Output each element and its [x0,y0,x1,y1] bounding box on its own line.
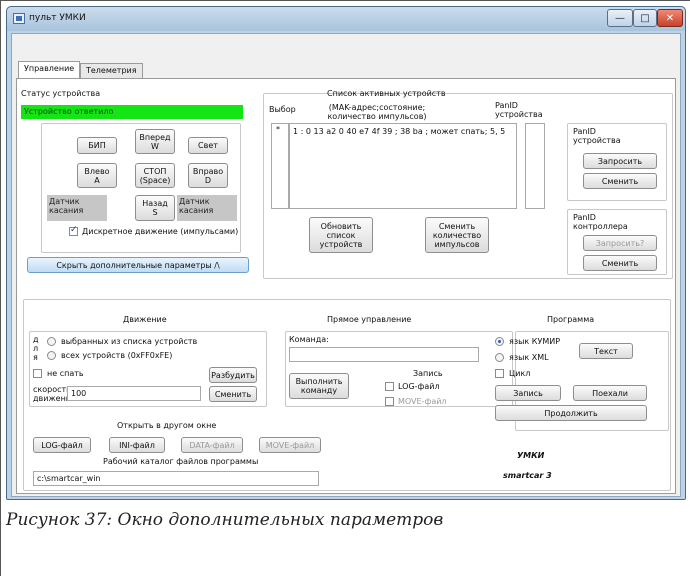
move-file-checkbox[interactable] [385,397,394,406]
stop-button[interactable]: СТОП (Space) [135,163,175,188]
no-sleep-label: не спать [47,369,84,378]
workdir-input[interactable]: c:\smartcar_win [33,471,319,486]
continue-button[interactable]: Продолжить [495,405,647,421]
back-button[interactable]: Назад S [135,195,175,221]
maximize-icon: □ [640,12,650,24]
devices-col-select: Выбор [269,105,296,114]
open-log-button[interactable]: LOG-файл [33,437,91,453]
loop-checkbox[interactable] [495,369,504,378]
discrete-movement-label: Дискретное движение (импульсами) [82,227,239,236]
motion-title: Движение [123,315,167,324]
program-title: Программа [547,315,595,324]
change-pulses-button[interactable]: Сменить количество импульсов [425,217,489,253]
app-window: пульт УМКИ — □ ✕ Управление Телеметрия С… [6,6,686,500]
maximize-button[interactable]: □ [633,9,657,27]
record-label: Запись [413,369,443,378]
no-sleep-checkbox[interactable] [33,369,42,378]
open-data-button[interactable]: DATA-файл [181,437,243,453]
radio-all-devices[interactable] [47,351,56,360]
touch-sensor-right: Датчик касания [177,195,237,221]
log-file-label: LOG-файл [398,382,440,391]
radio-lang-xml[interactable] [495,353,504,362]
move-file-label: MOVE-файл [398,397,447,406]
devices-col-mac: (MAK-адрес;состояние; количество импульс… [327,103,427,121]
panid-device-label: PanID устройства [573,127,621,145]
motion-side-letters: д л я [33,335,39,362]
device-row[interactable]: 1 : 0 13 a2 0 40 e7 4f 39 ; 38 ba ; може… [293,127,505,136]
command-input[interactable] [289,347,479,362]
minimize-icon: — [615,12,625,24]
open-window-title: Открыть в другом окне [117,421,217,430]
wake-button[interactable]: Разбудить [209,367,257,383]
radio-all-devices-label: всех устройств (0xFF0xFE) [61,351,173,360]
device-status-label: Статус устройства [21,89,101,98]
record-button[interactable]: Запись [495,385,561,401]
devices-col-panid: PanID устройства [495,101,543,119]
tab-control[interactable]: Управление [18,61,81,79]
touch-sensor-left: Датчик касания [47,195,107,221]
open-move-button[interactable]: MOVE-файл [259,437,321,453]
panid-controller-label: PanID контроллера [573,213,628,231]
title-bar[interactable]: пульт УМКИ — □ ✕ [7,7,685,31]
radio-selected-devices[interactable] [47,337,56,346]
workdir-label: Рабочий каталог файлов программы [103,457,259,466]
devices-title: Список активных устройств [327,89,446,98]
hide-params-button[interactable]: Скрыть дополнительные параметры /\ [27,257,249,273]
go-button[interactable]: Поехали [573,385,647,401]
text-button[interactable]: Текст [579,343,633,359]
log-file-checkbox[interactable] [385,382,394,391]
close-button[interactable]: ✕ [657,9,683,27]
panid-controller-change-button[interactable]: Сменить [583,255,657,271]
discrete-movement-checkbox[interactable] [69,225,78,236]
direct-title: Прямое управление [327,315,412,324]
app-icon [13,13,25,24]
beep-button[interactable]: БИП [77,137,117,154]
window-client: Управление Телеметрия Статус устройства … [11,33,681,497]
figure-caption: Рисунок 37: Окно дополнительных параметр… [6,510,444,530]
panid-device-request-button[interactable]: Запросить [583,153,657,169]
device-status-indicator: Устройство ответило [21,105,243,119]
radio-lang-kumir-label: язык КУМИР [509,337,561,346]
radio-lang-xml-label: язык XML [509,353,549,362]
loop-label: Цикл [509,369,531,378]
light-button[interactable]: Свет [188,137,228,154]
device-row-marker: * [276,125,280,134]
panid-controller-request-button[interactable]: Запросить? [583,235,657,251]
tab-panel: Статус устройства Устройство ответило БИ… [16,78,676,494]
right-button[interactable]: Вправо D [188,163,228,188]
tab-telemetry[interactable]: Телеметрия [80,63,143,79]
close-icon: ✕ [665,12,675,24]
execute-command-button[interactable]: Выполнить команду [289,373,349,399]
devices-panid-list[interactable] [525,123,545,209]
forward-button[interactable]: Вперед W [135,129,175,154]
radio-lang-kumir[interactable] [495,337,504,346]
command-label: Команда: [289,335,329,344]
minimize-button[interactable]: — [607,9,633,27]
left-button[interactable]: Влево A [77,163,117,188]
open-ini-button[interactable]: INI-файл [109,437,165,453]
devices-select-list[interactable] [271,123,289,209]
refresh-devices-button[interactable]: Обновить список устройств [309,217,373,253]
radio-selected-devices-label: выбранных из списка устройств [61,337,198,346]
panid-device-change-button[interactable]: Сменить [583,173,657,189]
speed-change-button[interactable]: Сменить [209,386,257,402]
window-title: пульт УМКИ [29,13,86,23]
speed-input[interactable]: 100 [67,386,201,401]
brand-umki: УМКИ [517,451,545,460]
brand-smartcar: smartcar 3 [503,471,552,480]
